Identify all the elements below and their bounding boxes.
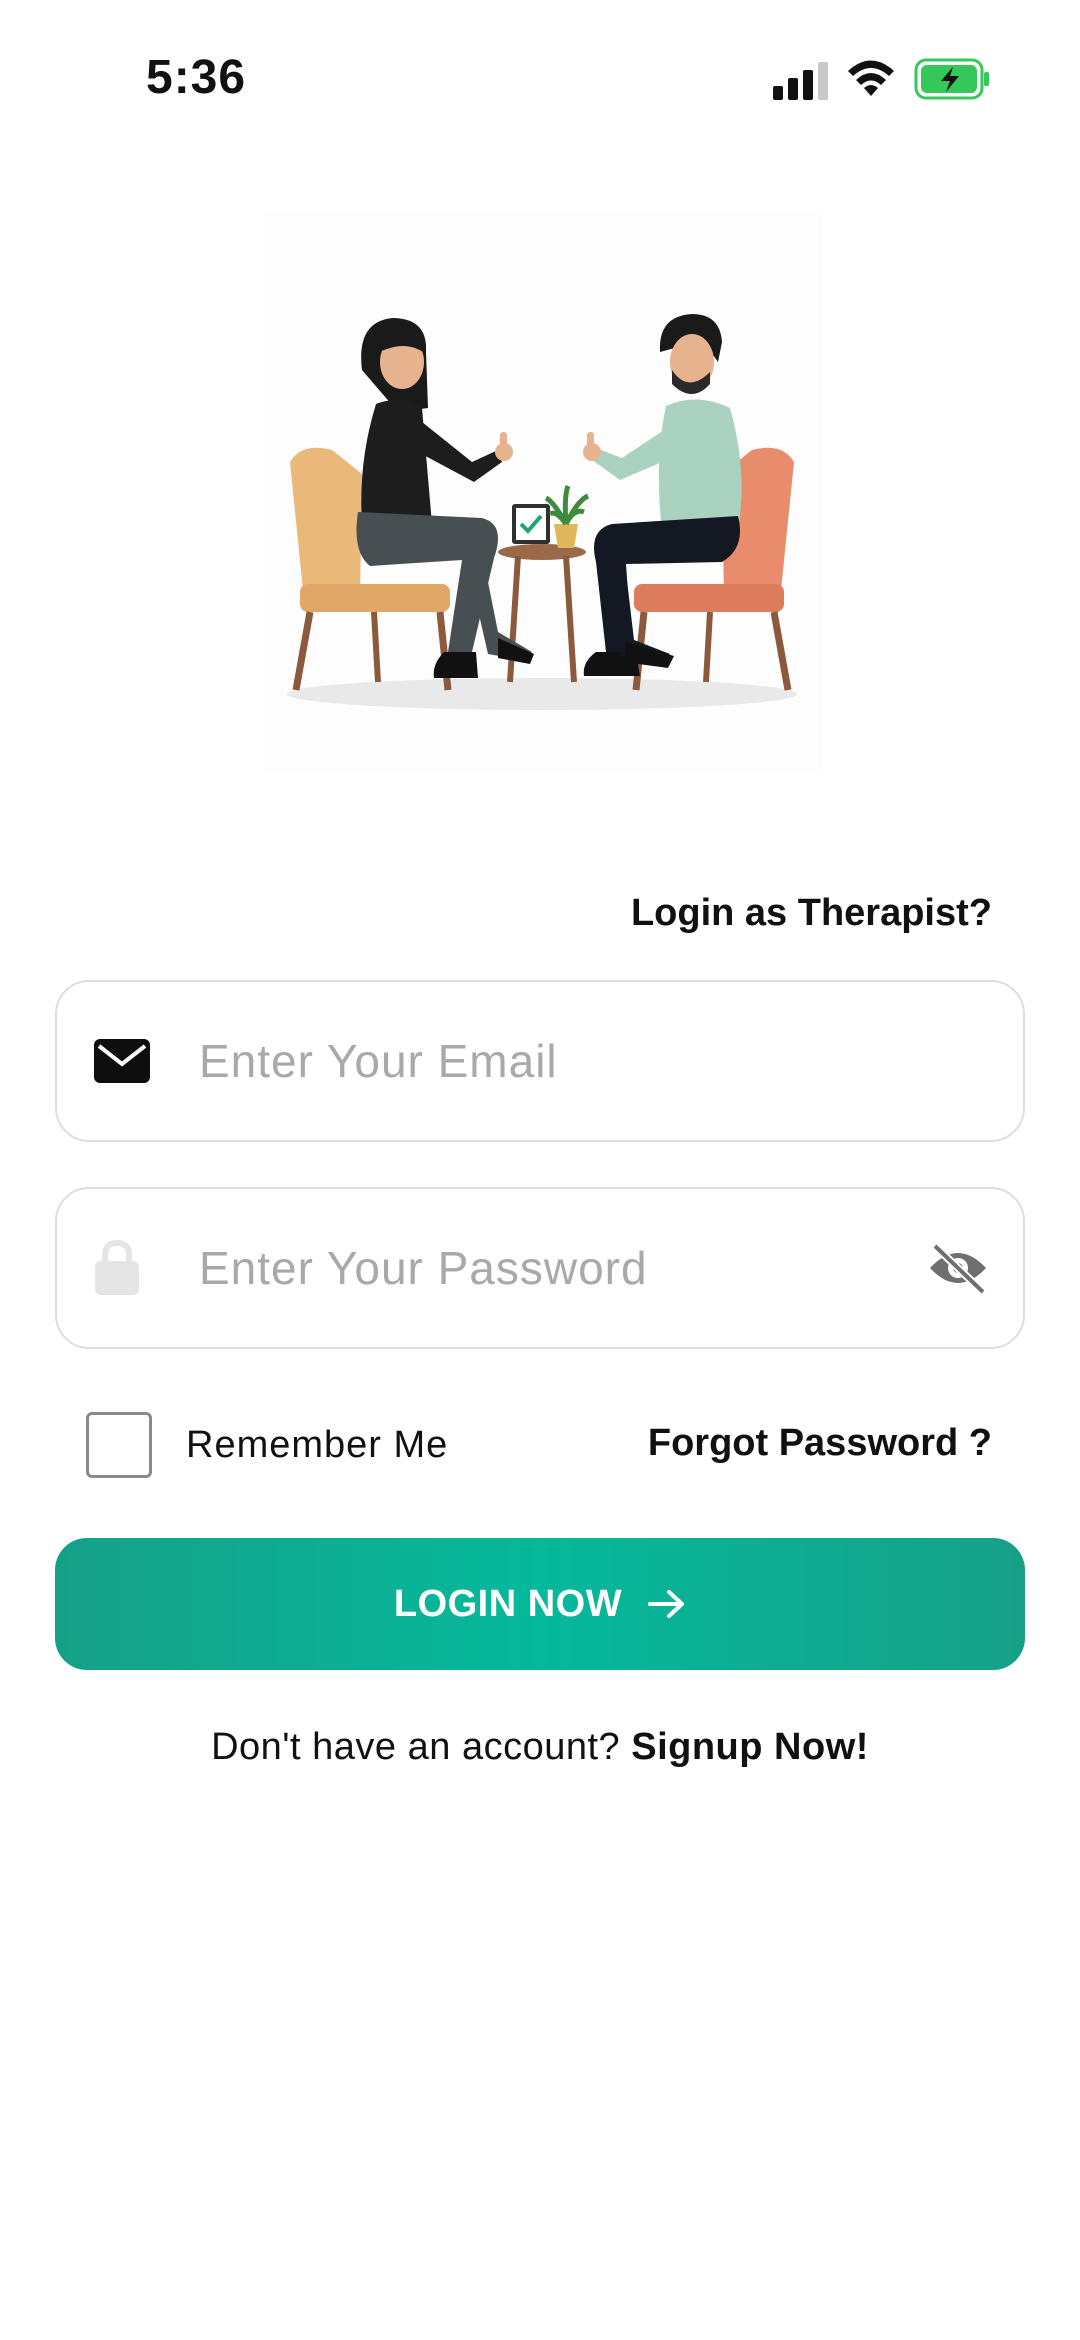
signup-row: Don't have an account? Signup Now! — [0, 1726, 1080, 1769]
eye-off-icon[interactable] — [927, 1242, 989, 1294]
email-field[interactable] — [55, 980, 1025, 1142]
login-now-label: LOGIN NOW — [393, 1582, 623, 1625]
email-input[interactable] — [199, 982, 899, 1140]
status-time: 5:36 — [146, 51, 247, 104]
mail-icon — [94, 1039, 150, 1083]
remember-me-row: Remember Me — [86, 1410, 448, 1480]
status-bar: 5:36 — [0, 0, 1080, 160]
password-field[interactable] — [55, 1187, 1025, 1349]
lock-icon — [95, 1239, 139, 1295]
battery-icon — [914, 58, 989, 100]
arrow-right-icon — [648, 1590, 685, 1618]
signup-prompt: Don't have an account? — [211, 1726, 621, 1768]
remember-me-checkbox[interactable] — [86, 1412, 152, 1478]
remember-me-label[interactable]: Remember Me — [186, 1424, 448, 1467]
forgot-password-link[interactable]: Forgot Password ? — [648, 1422, 992, 1465]
password-input[interactable] — [199, 1189, 899, 1347]
therapy-session-illustration — [262, 212, 822, 772]
login-now-button[interactable]: LOGIN NOW — [55, 1538, 1025, 1670]
wifi-icon — [848, 60, 894, 96]
signup-now-link[interactable]: Signup Now! — [631, 1726, 869, 1768]
signal-icon — [773, 62, 828, 100]
login-as-therapist-link[interactable]: Login as Therapist? — [631, 892, 992, 935]
